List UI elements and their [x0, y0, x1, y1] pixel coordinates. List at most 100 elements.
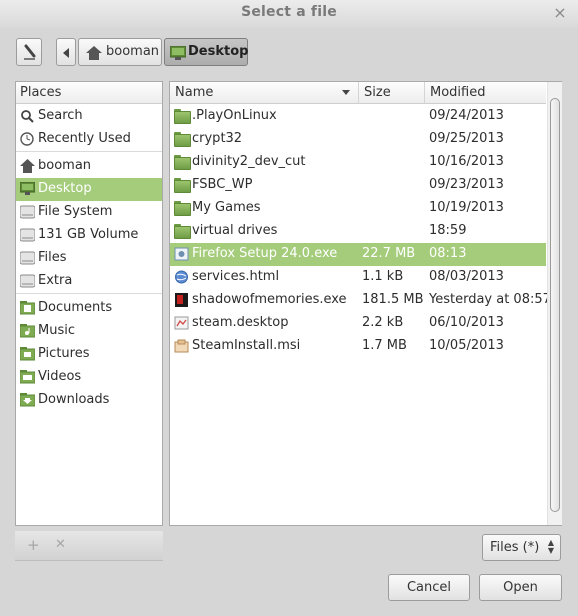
- desktop-icon: [20, 182, 35, 195]
- column-header-modified[interactable]: Modified: [425, 82, 546, 104]
- scrollbar-thumb[interactable]: [550, 98, 560, 512]
- file-row-selected[interactable]: Firefox Setup 24.0.exe 22.7 MB 08:13: [170, 243, 546, 266]
- sort-descending-icon: [342, 90, 350, 95]
- place-search[interactable]: Search: [16, 105, 162, 128]
- cancel-label: Cancel: [406, 580, 452, 595]
- desktop-file-icon: [174, 316, 189, 330]
- place-pictures[interactable]: Pictures: [16, 343, 162, 366]
- remove-bookmark-button[interactable]: ✕: [55, 537, 66, 552]
- place-label: Files: [38, 250, 67, 265]
- place-videos[interactable]: Videos: [16, 366, 162, 389]
- place-label: Extra: [38, 273, 73, 288]
- type-location-button[interactable]: [16, 38, 42, 66]
- folder-icon: [174, 155, 191, 170]
- file-list: Name Size Modified .PlayOnLinux 09/24/20…: [169, 81, 562, 526]
- place-label: Downloads: [38, 392, 110, 407]
- place-label: 131 GB Volume: [38, 227, 139, 242]
- place-label: Desktop: [38, 181, 92, 196]
- downloads-folder-icon: [20, 393, 35, 407]
- file-row[interactable]: divinity2_dev_cut 10/16/2013: [170, 151, 546, 174]
- file-size: 1.7 MB: [362, 338, 407, 353]
- place-desktop[interactable]: Desktop: [16, 178, 162, 201]
- file-name: SteamInstall.msi: [192, 338, 301, 353]
- file-size: 1.1 kB: [362, 269, 404, 284]
- drive-icon: [20, 251, 35, 265]
- file-modified: 09/24/2013: [429, 108, 504, 123]
- documents-folder-icon: [20, 301, 35, 315]
- place-131gb-volume[interactable]: 131 GB Volume: [16, 224, 162, 247]
- file-name: FSBC_WP: [192, 177, 253, 192]
- up-down-arrows-icon: ▲ ▼: [547, 538, 554, 555]
- filter-label: Files (*): [490, 540, 540, 555]
- file-row[interactable]: FSBC_WP 09/23/2013: [170, 174, 546, 197]
- places-toolbar: + ✕: [15, 531, 163, 561]
- column-label: Name: [175, 85, 214, 100]
- chevron-left-icon: [63, 48, 69, 58]
- column-header-size[interactable]: Size: [359, 82, 425, 104]
- place-downloads[interactable]: Downloads: [16, 389, 162, 412]
- add-bookmark-button[interactable]: +: [27, 536, 40, 554]
- desktop-icon: [170, 46, 186, 60]
- file-name: .PlayOnLinux: [192, 108, 277, 123]
- column-header-name[interactable]: Name: [170, 82, 359, 104]
- crumb-desktop[interactable]: Desktop: [164, 38, 248, 66]
- file-name: services.html: [192, 269, 280, 284]
- file-list-header: Name Size Modified: [170, 82, 546, 104]
- file-row[interactable]: SteamInstall.msi 1.7 MB 10/05/2013: [170, 335, 546, 358]
- place-home[interactable]: booman: [16, 155, 162, 178]
- file-size: 2.2 kB: [362, 315, 404, 330]
- file-type-filter[interactable]: Files (*) ▲ ▼: [482, 534, 561, 561]
- file-name: crypt32: [192, 131, 243, 146]
- open-label: Open: [503, 580, 538, 595]
- file-row[interactable]: .PlayOnLinux 09/24/2013: [170, 105, 546, 128]
- cancel-button[interactable]: Cancel: [388, 574, 470, 601]
- file-list-scrollbar[interactable]: [547, 82, 562, 525]
- crumb-label: Desktop: [188, 44, 249, 59]
- file-size: 181.5 MB: [362, 292, 424, 307]
- pictures-folder-icon: [20, 347, 35, 361]
- places-header-label: Places: [20, 85, 62, 100]
- file-modified: 09/25/2013: [429, 131, 504, 146]
- place-extra[interactable]: Extra: [16, 270, 162, 293]
- place-label: Pictures: [38, 346, 90, 361]
- place-music[interactable]: Music: [16, 320, 162, 343]
- file-name: shadowofmemories.exe: [192, 292, 347, 307]
- folder-icon: [174, 224, 191, 239]
- file-chooser-dialog: Select a file × booman Desktop Places Se…: [0, 0, 578, 616]
- file-row[interactable]: virtual drives 18:59: [170, 220, 546, 243]
- drive-icon: [20, 274, 35, 288]
- place-label: booman: [38, 158, 92, 173]
- pencil-icon: [24, 44, 36, 60]
- file-row[interactable]: services.html 1.1 kB 08/03/2013: [170, 266, 546, 289]
- close-icon[interactable]: ×: [552, 5, 568, 21]
- place-label: File System: [38, 204, 113, 219]
- file-row[interactable]: crypt32 09/25/2013: [170, 128, 546, 151]
- file-name: divinity2_dev_cut: [192, 154, 306, 169]
- title-bar: Select a file ×: [0, 0, 578, 28]
- place-label: Videos: [38, 369, 82, 384]
- place-documents[interactable]: Documents: [16, 297, 162, 320]
- crumb-label: booman: [106, 44, 160, 59]
- place-label: Documents: [38, 300, 113, 315]
- path-back-button[interactable]: [56, 38, 76, 66]
- file-row[interactable]: shadowofmemories.exe 181.5 MB Yesterday …: [170, 289, 551, 312]
- file-modified: 10/19/2013: [429, 200, 504, 215]
- videos-folder-icon: [20, 370, 35, 384]
- place-files[interactable]: Files: [16, 247, 162, 270]
- file-modified: 10/16/2013: [429, 154, 504, 169]
- place-recently-used[interactable]: Recently Used: [16, 128, 162, 151]
- open-button[interactable]: Open: [479, 574, 562, 601]
- file-name: Firefox Setup 24.0.exe: [192, 246, 338, 261]
- file-row[interactable]: steam.desktop 2.2 kB 06/10/2013: [170, 312, 546, 335]
- file-size: 22.7 MB: [362, 246, 416, 261]
- html-icon: [175, 270, 188, 284]
- crumb-home[interactable]: booman: [78, 38, 162, 66]
- file-modified: 09/23/2013: [429, 177, 504, 192]
- file-row[interactable]: My Games 10/19/2013: [170, 197, 546, 220]
- file-modified: Yesterday at 08:57: [429, 292, 551, 307]
- column-label: Modified: [430, 85, 486, 100]
- music-folder-icon: [20, 324, 35, 338]
- place-file-system[interactable]: File System: [16, 201, 162, 224]
- file-modified: 06/10/2013: [429, 315, 504, 330]
- exe-icon: [174, 247, 189, 261]
